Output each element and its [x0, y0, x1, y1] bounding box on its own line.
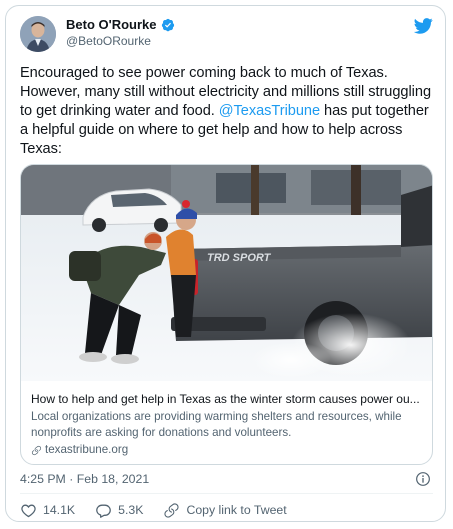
- verified-badge-icon: [161, 18, 174, 31]
- link-preview-card[interactable]: TRD SPORT How to help and get help in Te…: [20, 164, 433, 465]
- author-handle[interactable]: @BetoORourke: [66, 34, 175, 48]
- reply-bubble-icon: [96, 504, 112, 518]
- divider: [20, 493, 433, 494]
- reply-button[interactable]: 5.3K: [95, 502, 143, 519]
- truck-badge-text: TRD SPORT: [207, 252, 272, 264]
- like-count: 14.1K: [43, 503, 76, 517]
- avatar[interactable]: [20, 16, 56, 52]
- heart-icon: [21, 504, 36, 517]
- author-names: Beto O'Rourke @BetoORourke: [66, 17, 175, 48]
- like-button[interactable]: 14.1K: [20, 502, 75, 519]
- tweet-header: Beto O'Rourke @BetoORourke: [20, 16, 433, 60]
- avatar-portrait: [20, 16, 56, 52]
- link-preview-title[interactable]: How to help and get help in Texas as the…: [31, 391, 426, 407]
- link-preview-meta: How to help and get help in Texas as the…: [31, 391, 426, 458]
- copy-link-icon: [164, 502, 179, 518]
- link-preview-domain-row[interactable]: texastribune.org: [31, 442, 426, 458]
- copy-link-label: Copy link to Tweet: [186, 503, 287, 517]
- link-icon: [31, 445, 42, 455]
- link-preview-domain: texastribune.org: [45, 443, 129, 456]
- tweet-timestamp[interactable]: 4:25 PM · Feb 18, 2021: [20, 472, 149, 486]
- link-preview-description: Local organizations are providing warmin…: [31, 410, 402, 439]
- mention-link[interactable]: @TexasTribune: [219, 103, 320, 119]
- info-icon[interactable]: [415, 471, 431, 487]
- copy-link-button[interactable]: Copy link to Tweet: [163, 502, 287, 519]
- tweet-actions: 14.1K 5.3K Copy link to Tweet: [20, 500, 307, 520]
- twitter-bird-icon[interactable]: [414, 18, 433, 34]
- link-preview-image[interactable]: TRD SPORT: [21, 165, 433, 381]
- tweet-card[interactable]: Beto O'Rourke @BetoORourke Encouraged to…: [5, 5, 446, 522]
- tweet-text: Encouraged to see power coming back to m…: [20, 64, 435, 159]
- timestamp-row: 4:25 PM · Feb 18, 2021: [20, 469, 433, 489]
- author-display-name[interactable]: Beto O'Rourke: [66, 17, 157, 32]
- reply-count: 5.3K: [118, 503, 144, 517]
